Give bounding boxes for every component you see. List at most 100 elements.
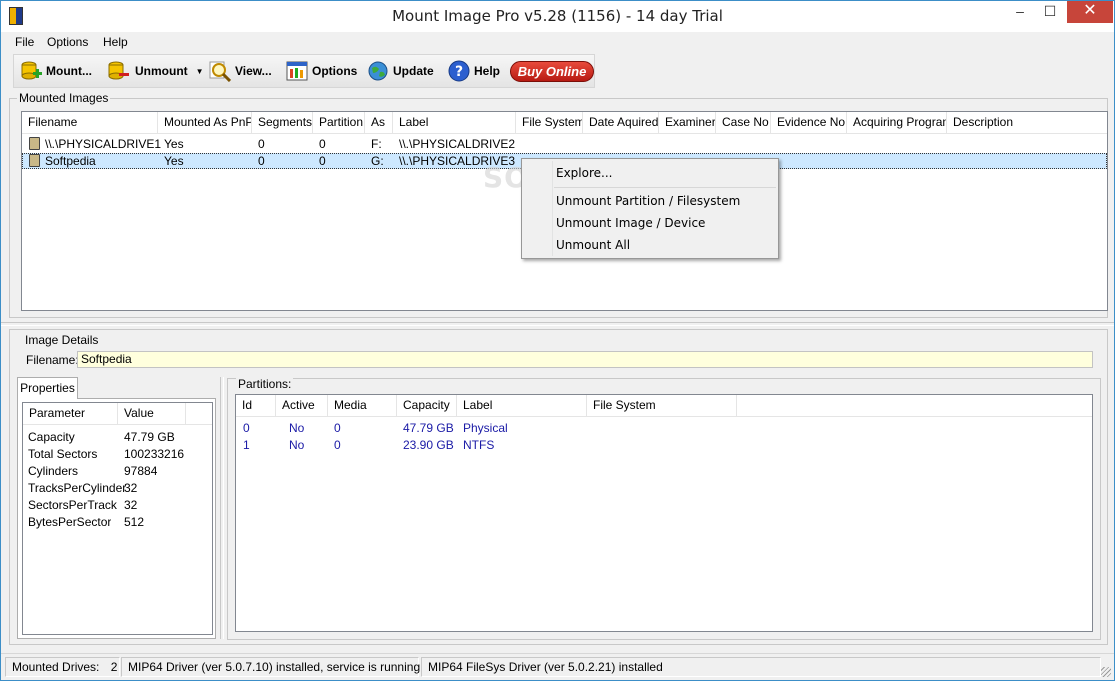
- menu-item-unmount-partition[interactable]: Unmount Partition / Filesystem: [556, 194, 740, 208]
- menu-options[interactable]: Options: [47, 35, 88, 49]
- menu-item-unmount-all[interactable]: Unmount All: [556, 238, 630, 252]
- list-item[interactable]: Capacity 47.79 GB: [23, 429, 212, 446]
- column-header[interactable]: File System: [587, 395, 737, 417]
- options-icon: [286, 60, 308, 82]
- status-bar: Mounted Drives: 2 MIP64 Driver (ver 5.0.…: [1, 653, 1114, 680]
- menu-file[interactable]: File: [15, 35, 34, 49]
- list-item[interactable]: BytesPerSector 512: [23, 514, 212, 531]
- cell-as: G:: [371, 154, 384, 168]
- table-row[interactable]: \\.\PHYSICALDRIVE1 Yes 0 0 F: \\.\PHYSIC…: [22, 136, 1107, 152]
- mounted-drives-label: Mounted Drives:: [12, 660, 100, 674]
- column-header[interactable]: Examiner: [659, 112, 716, 134]
- column-header[interactable]: Active: [276, 395, 328, 417]
- horizontal-splitter[interactable]: [1, 322, 1114, 326]
- filename-field[interactable]: Softpedia: [77, 351, 1093, 368]
- image-details-label: Image Details: [23, 333, 101, 347]
- minimize-button[interactable]: –: [1005, 1, 1035, 23]
- unmount-label: Unmount: [135, 64, 188, 78]
- maximize-button[interactable]: ☐: [1035, 1, 1065, 23]
- column-header[interactable]: File System: [516, 112, 583, 134]
- column-header[interactable]: Media: [328, 395, 397, 417]
- mounted-drives-count: 2: [110, 660, 118, 674]
- mounted-images-label: Mounted Images: [17, 91, 111, 105]
- disk-image-icon: [29, 154, 40, 167]
- list-item[interactable]: TracksPerCylinder 32: [23, 480, 212, 497]
- list-item[interactable]: Cylinders 97884: [23, 463, 212, 480]
- column-header[interactable]: Label: [457, 395, 587, 417]
- help-icon: ?: [448, 60, 470, 82]
- column-header[interactable]: Id: [236, 395, 276, 417]
- list-item[interactable]: Total Sectors 100233216: [23, 446, 212, 463]
- update-button[interactable]: Update: [367, 55, 434, 87]
- list-header: Id Active Media Capacity Label File Syst…: [236, 395, 1092, 417]
- menu-help[interactable]: Help: [103, 35, 128, 49]
- partitions-list[interactable]: Id Active Media Capacity Label File Syst…: [235, 394, 1093, 632]
- column-header[interactable]: Date Aquired: [583, 112, 659, 134]
- menu-item-unmount-image[interactable]: Unmount Image / Device: [556, 216, 705, 230]
- column-header[interactable]: Value: [118, 403, 186, 425]
- status-filesys-driver: MIP64 FileSys Driver (ver 5.0.2.21) inst…: [421, 657, 1101, 677]
- mount-label: Mount...: [46, 64, 92, 78]
- column-header[interactable]: Case No: [716, 112, 771, 134]
- view-label: View...: [235, 64, 272, 78]
- app-window: Mount Image Pro v5.28 (1156) - 14 day Tr…: [0, 0, 1115, 681]
- options-button[interactable]: Options: [286, 55, 357, 87]
- menu-item-explore[interactable]: Explore...: [556, 166, 612, 180]
- column-header[interactable]: Mounted As PnP: [158, 112, 252, 134]
- title-bar[interactable]: Mount Image Pro v5.28 (1156) - 14 day Tr…: [1, 1, 1114, 32]
- cell-filename: \\.\PHYSICALDRIVE1: [45, 137, 162, 151]
- param-name: TracksPerCylinder: [28, 481, 127, 495]
- menu-gutter: [552, 161, 553, 256]
- cell-active: No: [289, 421, 305, 435]
- list-header: Filename Mounted As PnP Segments Partiti…: [22, 112, 1107, 134]
- column-header[interactable]: As: [365, 112, 393, 134]
- cell-id: 0: [243, 421, 250, 435]
- column-header[interactable]: Partition: [313, 112, 365, 134]
- mount-icon: [20, 60, 42, 82]
- cell-capacity: 23.90 GB: [403, 438, 454, 452]
- close-button[interactable]: ✕: [1067, 1, 1113, 23]
- param-name: Cylinders: [28, 464, 79, 478]
- cell-segments: 0: [258, 154, 265, 168]
- list-item[interactable]: SectorsPerTrack 32: [23, 497, 212, 514]
- menu-bar: File Options Help: [1, 32, 1114, 52]
- table-row[interactable]: 0 No 0 47.79 GB Physical: [236, 420, 1092, 436]
- filename-label: Filename:: [26, 353, 79, 367]
- cell-media: 0: [334, 438, 341, 452]
- param-value: 97884: [124, 464, 158, 478]
- magnifier-icon: [209, 60, 232, 83]
- chevron-down-icon[interactable]: ▼: [196, 67, 204, 76]
- cell-label: NTFS: [463, 438, 495, 452]
- table-row[interactable]: 1 No 0 23.90 GB NTFS: [236, 437, 1092, 453]
- param-value: 100233216: [124, 447, 185, 461]
- properties-list[interactable]: Parameter Value Capacity 47.79 GB Total …: [22, 402, 213, 635]
- param-value: 47.79 GB: [124, 430, 175, 444]
- column-header[interactable]: Acquiring Program: [847, 112, 947, 134]
- column-header[interactable]: Label: [393, 112, 516, 134]
- column-header[interactable]: Capacity: [397, 395, 457, 417]
- column-header[interactable]: Description: [947, 112, 1107, 134]
- cell-filename: Softpedia: [45, 154, 96, 168]
- resize-grip[interactable]: [1101, 667, 1111, 677]
- cell-active: No: [289, 438, 305, 452]
- column-header[interactable]: Filename: [22, 112, 158, 134]
- list-header: Parameter Value: [23, 403, 212, 425]
- cell-media: 0: [334, 421, 341, 435]
- param-value: 32: [124, 481, 138, 495]
- svg-text:?: ?: [455, 64, 463, 80]
- mount-button[interactable]: Mount...: [20, 55, 92, 87]
- cell-capacity: 47.79 GB: [403, 421, 454, 435]
- buy-online-button[interactable]: Buy Online: [510, 61, 594, 82]
- toolbar: Mount... Unmount ▼ View... Options Updat…: [13, 54, 595, 88]
- column-header[interactable]: Parameter: [23, 403, 118, 425]
- help-label: Help: [474, 64, 501, 78]
- column-header[interactable]: Evidence No: [771, 112, 847, 134]
- tab-properties[interactable]: Properties: [17, 377, 78, 399]
- unmount-button[interactable]: Unmount ▼: [107, 55, 204, 87]
- param-value: 512: [124, 515, 145, 529]
- column-header[interactable]: Segments: [252, 112, 313, 134]
- help-button[interactable]: ? Help: [448, 55, 500, 87]
- vertical-splitter[interactable]: [220, 377, 224, 639]
- view-button[interactable]: View...: [209, 55, 272, 87]
- menu-separator: [554, 187, 776, 188]
